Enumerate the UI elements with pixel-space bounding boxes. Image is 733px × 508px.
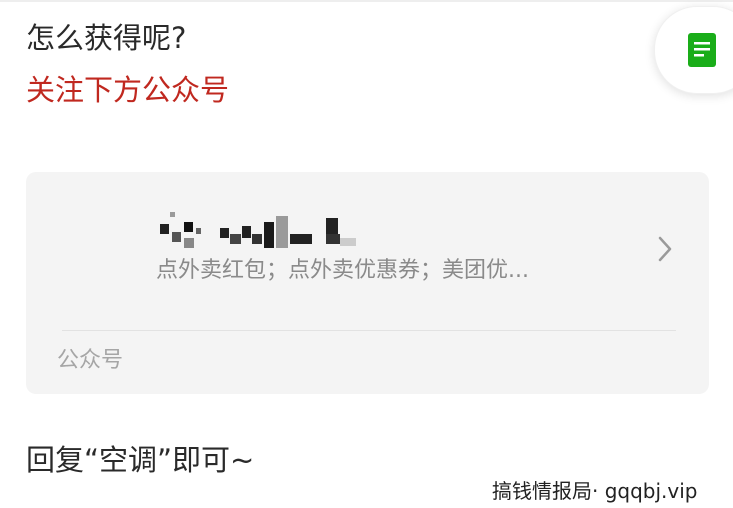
document-icon [688,33,716,67]
chevron-right-icon [658,236,672,262]
floating-document-button[interactable] [654,6,733,94]
question-text: 怎么获得呢? [26,21,187,55]
watermark-text: 搞钱情报局· gqqbj.vip [492,479,698,503]
account-description: 点外卖红包；点外卖优惠券；美团优... [156,258,529,283]
official-account-card[interactable]: 点外卖红包；点外卖优惠券；美团优... 公众号 [26,172,709,394]
card-type-label: 公众号 [57,348,124,373]
card-divider [62,330,676,331]
obscured-account-name [160,212,356,248]
reply-instruction: 回复“空调”即可~ [26,443,255,477]
top-divider [0,0,733,2]
follow-prompt: 关注下方公众号 [26,73,230,107]
